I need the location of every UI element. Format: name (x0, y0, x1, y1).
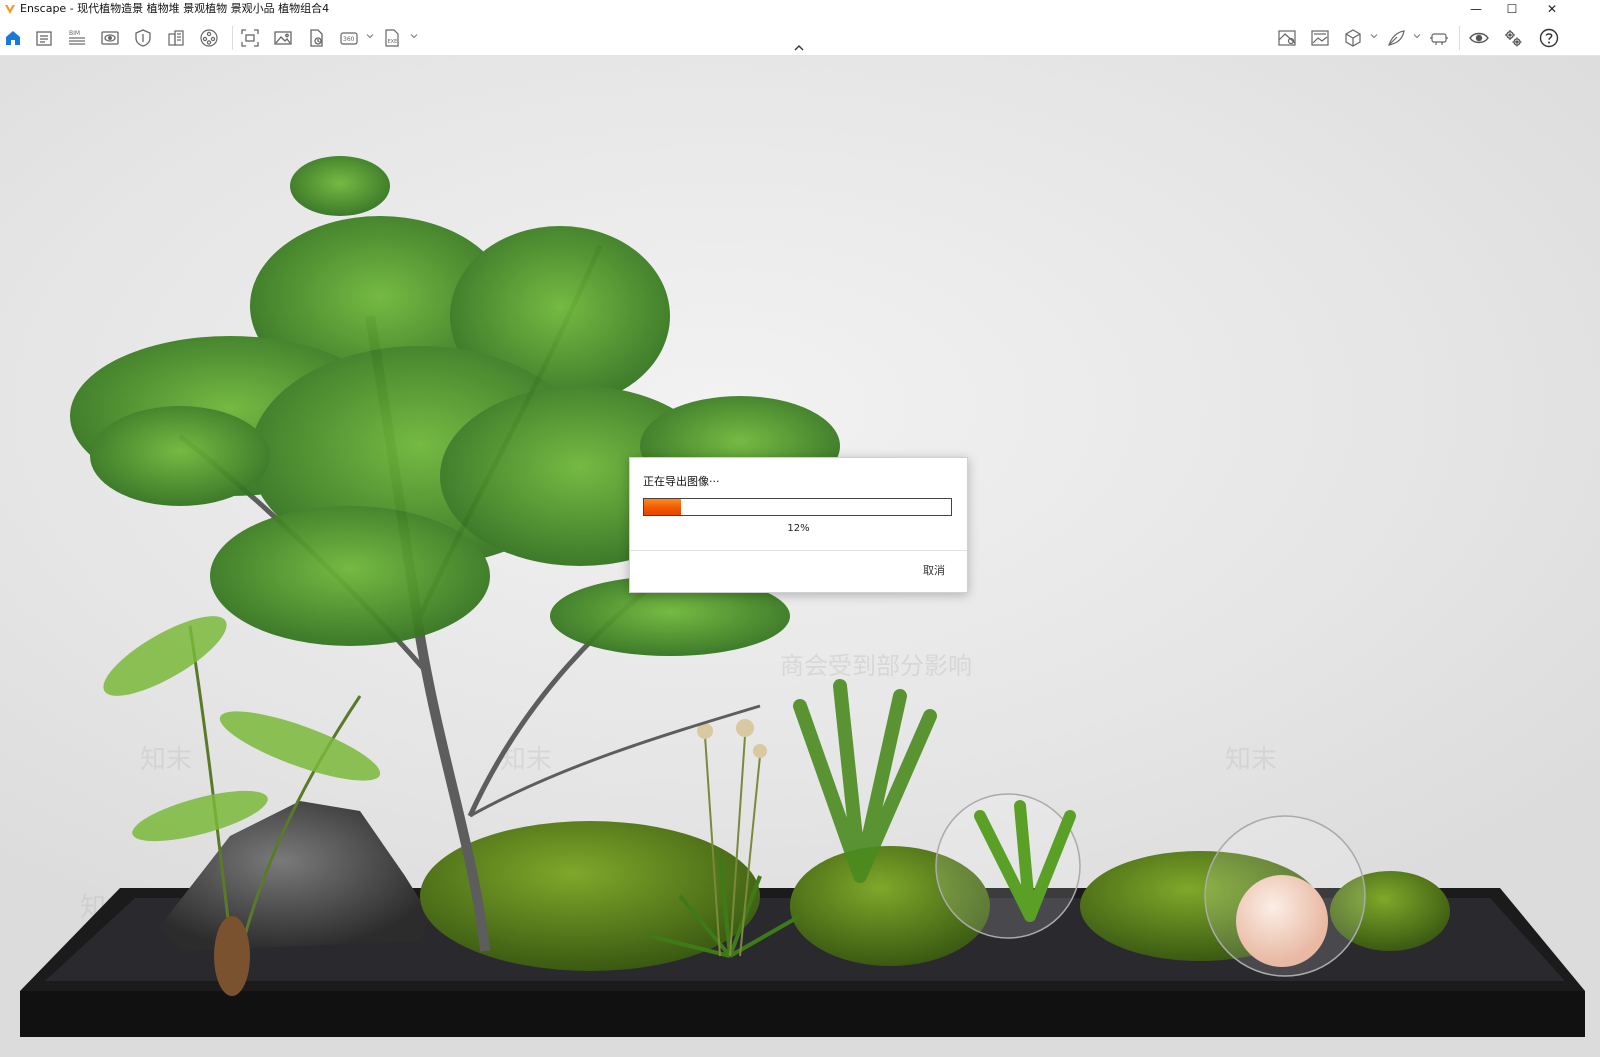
render-image-button[interactable] (272, 27, 294, 49)
safe-frame-icon (135, 29, 151, 47)
panorama-label: 360 (343, 36, 355, 43)
title-bar: Enscape - 现代植物造景 植物堆 景观植物 景观小品 植物组合4 — ☐… (0, 0, 1600, 18)
screenshot-button[interactable] (239, 27, 261, 49)
chevron-down-icon[interactable] (1413, 32, 1421, 40)
asset-library-icon (1345, 29, 1361, 47)
close-button[interactable]: ✕ (1534, 0, 1570, 18)
notes-icon (36, 31, 52, 46)
settings-button[interactable] (1502, 27, 1524, 49)
map-button[interactable] (1276, 27, 1298, 49)
notes-button[interactable] (33, 27, 55, 49)
material-editor-button[interactable] (1385, 27, 1407, 49)
export-label: EXE (388, 39, 398, 45)
sky-image-icon (1311, 30, 1329, 46)
help-icon (1539, 28, 1559, 48)
progress-percentage: 12% (787, 523, 810, 534)
bim-icon: BIM (69, 30, 85, 45)
batch-render-button[interactable] (305, 27, 327, 49)
sky-image-button[interactable] (1309, 27, 1331, 49)
vr-headset-button[interactable] (1428, 27, 1450, 49)
video-editor-icon (200, 29, 218, 47)
export-file-icon: EXE (385, 29, 399, 47)
buildings-icon (168, 30, 184, 46)
panorama-button[interactable]: 360 (338, 27, 360, 49)
render-viewport[interactable]: 商会受到部分影响 知末 知末 知末 知末 知末 (0, 56, 1600, 1057)
safe-frame-button[interactable] (132, 27, 154, 49)
window-title: Enscape - 现代植物造景 植物堆 景观植物 景观小品 植物组合4 (20, 2, 330, 15)
home-icon (6, 31, 20, 45)
settings-icon (1505, 30, 1522, 47)
bim-button[interactable]: BIM (66, 27, 88, 49)
dialog-divider (630, 550, 967, 551)
render-image-icon (274, 31, 292, 45)
export-button[interactable]: EXE (381, 27, 403, 49)
export-progress-dialog: 正在导出图像··· 12% 取消 (629, 457, 968, 593)
view-management-button[interactable] (99, 27, 121, 49)
home-button[interactable] (2, 27, 24, 49)
video-editor-button[interactable] (198, 27, 220, 49)
batch-render-icon (310, 29, 323, 47)
visibility-icon (1469, 32, 1489, 44)
buildings-button[interactable] (165, 27, 187, 49)
material-editor-icon (1388, 30, 1405, 46)
toolbar-separator (1459, 26, 1460, 50)
watermark-banner: 商会受到部分影响 (780, 652, 972, 680)
progress-fill (644, 499, 681, 515)
asset-library-button[interactable] (1342, 27, 1364, 49)
visibility-button[interactable] (1468, 27, 1490, 49)
chevron-down-icon[interactable] (1370, 32, 1378, 40)
chevron-down-icon[interactable] (410, 32, 418, 40)
watermark-text: 知末 (140, 745, 192, 775)
vr-headset-icon (1430, 33, 1448, 45)
maximize-button[interactable]: ☐ (1494, 0, 1530, 18)
screenshot-icon (241, 29, 259, 47)
bim-label: BIM (69, 30, 80, 37)
map-icon (1278, 30, 1296, 46)
cancel-button[interactable]: 取消 (923, 562, 945, 578)
progress-bar (643, 498, 952, 516)
dialog-title: 正在导出图像··· (643, 475, 720, 488)
toolbar-separator (232, 26, 233, 50)
minimize-button[interactable]: — (1458, 0, 1494, 18)
help-button[interactable] (1538, 27, 1560, 49)
view-icon (101, 31, 119, 45)
chevron-down-icon[interactable] (366, 32, 374, 40)
collapse-toolbar-icon[interactable] (792, 42, 806, 54)
panorama-360-icon: 360 (340, 32, 358, 45)
watermark-text: 知末 (1225, 745, 1277, 775)
enscape-logo-icon (5, 5, 15, 14)
